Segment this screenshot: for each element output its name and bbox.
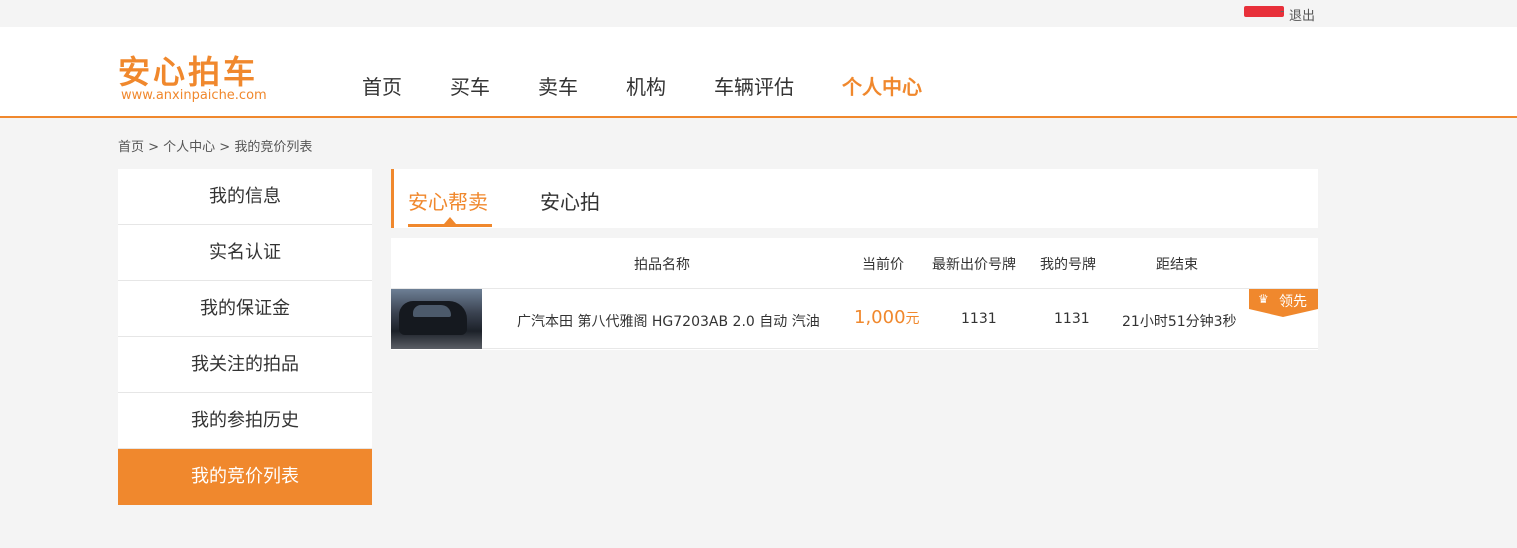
badge-label: 领先 (1279, 294, 1307, 310)
tab-help-sell[interactable]: 安心帮卖 (408, 186, 488, 215)
crown-icon: ♛ (1258, 292, 1269, 306)
nav-evaluate[interactable]: 车辆评估 (714, 71, 794, 100)
nav-personal[interactable]: 个人中心 (842, 71, 922, 100)
header-item-name: 拍品名称 (634, 257, 690, 273)
sidebar-item-watchlist[interactable]: 我关注的拍品 (118, 337, 372, 393)
tab-anxin-pai[interactable]: 安心拍 (540, 186, 600, 215)
logout-link[interactable]: 退出 (1289, 5, 1315, 24)
sidebar-item-bid-history[interactable]: 我的参拍历史 (118, 393, 372, 449)
logo-url: www.anxinpaiche.com (121, 88, 267, 103)
breadcrumb: 首页 > 个人中心 > 我的竞价列表 (118, 140, 313, 155)
sidebar: 我的信息 实名认证 我的保证金 我关注的拍品 我的参拍历史 我的竞价列表 (118, 169, 372, 505)
header-my-plate: 我的号牌 (1040, 257, 1096, 273)
header-current-price: 当前价 (862, 257, 904, 273)
my-plate: 1131 (1054, 311, 1090, 327)
header-latest-plate: 最新出价号牌 (932, 257, 1016, 273)
topbar-separator: - (1280, 4, 1285, 18)
car-thumbnail[interactable] (391, 289, 482, 349)
redacted-username[interactable] (1244, 6, 1284, 17)
nav-buy[interactable]: 买车 (450, 71, 490, 100)
leading-badge: ♛ 领先 (1249, 289, 1318, 317)
item-name[interactable]: 广汽本田 第八代雅阁 HG7203AB 2.0 自动 汽油 (517, 311, 820, 331)
countdown: 21小时51分钟3秒 (1122, 314, 1237, 330)
nav-home[interactable]: 首页 (362, 71, 402, 100)
logo-name[interactable]: 安心拍车 (118, 47, 258, 93)
active-tab-caret (444, 217, 456, 224)
sidebar-item-verification[interactable]: 实名认证 (118, 225, 372, 281)
car-window (413, 305, 451, 317)
tab-bar: 安心帮卖 安心拍 (391, 169, 1318, 228)
latest-plate: 1131 (961, 311, 997, 327)
site-header: 安心拍车 www.anxinpaiche.com 首页 买车 卖车 机构 车辆评… (0, 27, 1517, 118)
sidebar-item-deposit[interactable]: 我的保证金 (118, 281, 372, 337)
bid-table: 拍品名称 当前价 最新出价号牌 我的号牌 距结束 广汽本田 第八代雅阁 HG72… (391, 238, 1318, 350)
nav-sell[interactable]: 卖车 (538, 71, 578, 100)
header-countdown: 距结束 (1156, 257, 1198, 273)
sidebar-item-bid-list[interactable]: 我的竞价列表 (118, 449, 372, 505)
price-value: 1,000 (854, 307, 906, 328)
sidebar-item-my-info[interactable]: 我的信息 (118, 169, 372, 225)
top-bar: - 退出 (0, 0, 1517, 27)
table-row[interactable]: 广汽本田 第八代雅阁 HG7203AB 2.0 自动 汽油 1,000元 113… (391, 289, 1318, 349)
active-tab-underline (408, 224, 492, 227)
price-unit: 元 (905, 311, 920, 327)
current-price: 1,000元 (854, 307, 920, 328)
nav-agency[interactable]: 机构 (626, 71, 666, 100)
